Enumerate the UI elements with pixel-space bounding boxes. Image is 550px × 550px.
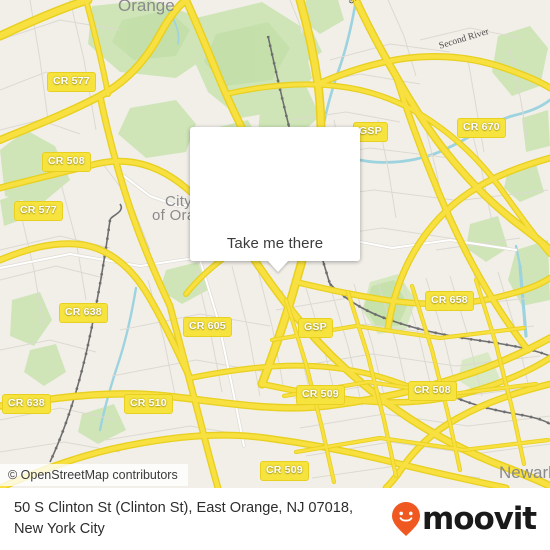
popup-green-header xyxy=(190,127,360,226)
shield-cr-577-bottom: CR 577 xyxy=(14,201,63,221)
shield-cr-670: CR 670 xyxy=(457,118,506,138)
location-pin-icon xyxy=(252,145,298,207)
shield-cr-658: CR 658 xyxy=(425,291,474,311)
shield-cr-509-left: CR 509 xyxy=(296,385,345,405)
address-line-2: New York City xyxy=(14,521,105,537)
popup-tail-pointer xyxy=(267,260,289,272)
popup-footer[interactable]: Take me there xyxy=(190,226,360,261)
shield-cr-510: CR 510 xyxy=(124,394,173,414)
shield-cr-577-top: CR 577 xyxy=(47,72,96,92)
shield-cr-508-right: CR 508 xyxy=(408,381,457,401)
osm-attribution[interactable]: © OpenStreetMap contributors xyxy=(0,464,188,486)
moovit-map-screen: .mj { stroke:#f7e03f; stroke-linecap:rou… xyxy=(0,0,550,550)
shield-cr-605: CR 605 xyxy=(183,317,232,337)
shield-cr-638-upper: CR 638 xyxy=(59,303,108,323)
address-block: 50 S Clinton St (Clinton St), East Orang… xyxy=(14,498,353,539)
address-line-1: 50 S Clinton St (Clinton St), East Orang… xyxy=(14,500,354,517)
shield-cr-509-bottom: CR 509 xyxy=(260,461,309,481)
bottom-info-bar: 50 S Clinton St (Clinton St), East Orang… xyxy=(0,488,550,550)
popup-body: Take me there xyxy=(190,127,360,261)
take-me-there-label: Take me there xyxy=(226,235,324,252)
take-me-there-popup[interactable]: Take me there xyxy=(190,127,360,272)
moovit-logo[interactable]: moovit xyxy=(391,500,537,537)
moovit-pin-icon xyxy=(392,502,421,536)
moovit-wordmark: moovit xyxy=(422,500,537,537)
shield-cr-508-left: CR 508 xyxy=(42,152,91,172)
shield-gsp-mid: GSP xyxy=(298,318,333,338)
shield-cr-638-lower: CR 638 xyxy=(2,394,51,414)
